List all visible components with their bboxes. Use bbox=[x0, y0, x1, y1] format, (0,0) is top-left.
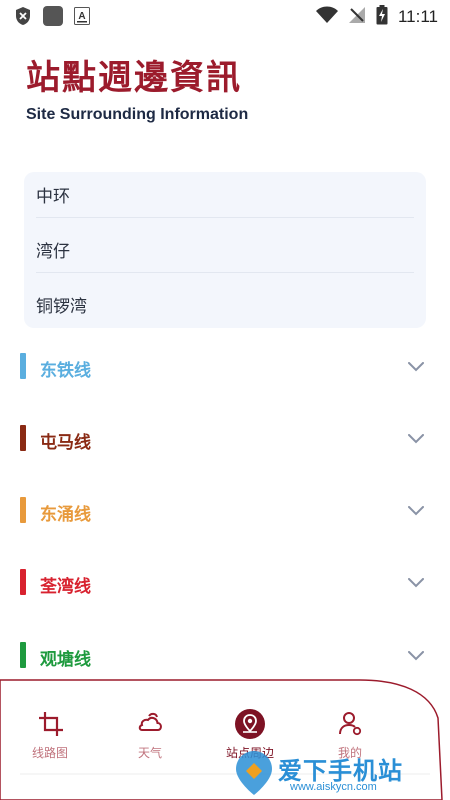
line-row-2[interactable]: 东涌线 bbox=[0, 491, 450, 531]
tab-weather[interactable]: 天气 bbox=[110, 708, 190, 761]
user-settings-icon bbox=[310, 708, 390, 738]
divider bbox=[36, 217, 414, 218]
line-label: 东涌线 bbox=[40, 505, 91, 525]
weather-cloud-icon bbox=[110, 708, 190, 738]
watermark-logo-icon bbox=[232, 749, 276, 800]
watermark-url: www.aiskycn.com bbox=[290, 781, 377, 793]
station-item[interactable]: 中环 bbox=[36, 182, 70, 207]
line-color-bar bbox=[20, 425, 26, 451]
tab-route-map[interactable]: 线路图 bbox=[10, 708, 90, 761]
line-label: 东铁线 bbox=[40, 361, 91, 381]
status-bar: A 11:11 bbox=[0, 0, 450, 32]
chevron-down-icon[interactable] bbox=[408, 646, 424, 665]
divider bbox=[36, 272, 414, 273]
keyboard-a-icon: A bbox=[74, 7, 90, 29]
chevron-down-icon[interactable] bbox=[408, 501, 424, 520]
line-color-bar bbox=[20, 569, 26, 595]
app-square-icon bbox=[42, 5, 64, 31]
line-label: 荃湾线 bbox=[40, 577, 91, 597]
chevron-down-icon[interactable] bbox=[408, 429, 424, 448]
station-item[interactable]: 湾仔 bbox=[36, 237, 70, 262]
battery-charging-icon bbox=[376, 5, 388, 29]
no-signal-icon bbox=[348, 6, 366, 28]
shield-icon bbox=[14, 6, 32, 30]
line-row-3[interactable]: 荃湾线 bbox=[0, 563, 450, 603]
location-pin-icon bbox=[210, 708, 290, 739]
line-row-0[interactable]: 东铁线 bbox=[0, 347, 450, 387]
line-row-4[interactable]: 观塘线 bbox=[0, 636, 450, 676]
svg-text:A: A bbox=[78, 11, 85, 22]
wifi-icon bbox=[315, 6, 338, 28]
station-list-card: 中环 湾仔 铜锣湾 bbox=[24, 172, 426, 328]
line-color-bar bbox=[20, 353, 26, 379]
page-subtitle: Site Surrounding Information bbox=[26, 106, 249, 123]
chevron-down-icon[interactable] bbox=[408, 357, 424, 376]
page-title: 站點週邊資訊 bbox=[26, 58, 242, 98]
chevron-down-icon[interactable] bbox=[408, 573, 424, 592]
line-label: 观塘线 bbox=[40, 650, 91, 670]
line-row-1[interactable]: 屯马线 bbox=[0, 419, 450, 459]
station-item[interactable]: 铜锣湾 bbox=[36, 292, 87, 317]
line-color-bar bbox=[20, 642, 26, 668]
line-color-bar bbox=[20, 497, 26, 523]
line-label: 屯马线 bbox=[40, 433, 91, 453]
tab-label: 天气 bbox=[137, 746, 162, 760]
watermark: 爱下手机站 www.aiskycn.com bbox=[226, 745, 450, 800]
crop-grid-icon bbox=[10, 708, 90, 738]
tab-label: 线路图 bbox=[31, 746, 68, 760]
clock: 11:11 bbox=[397, 7, 438, 26]
